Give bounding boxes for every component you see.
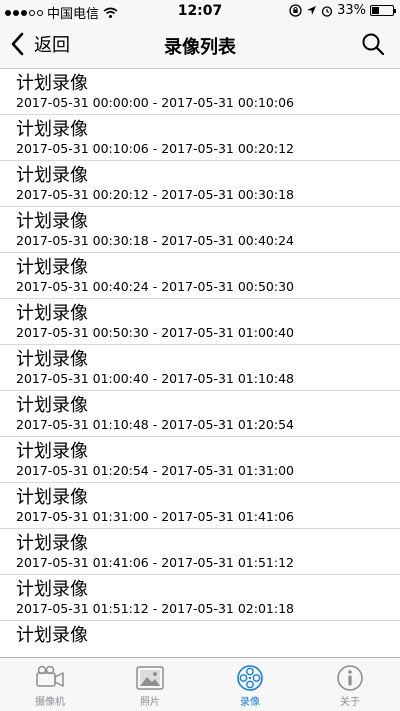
navigation-bar: 返回 录像列表 (0, 22, 400, 69)
info-icon (337, 665, 363, 691)
tab-label: 关于 (340, 697, 360, 708)
recording-time-range: 2017-05-31 01:31:00 - 2017-05-31 01:41:0… (16, 509, 294, 524)
recording-time-range: 2017-05-31 01:20:54 - 2017-05-31 01:31:0… (16, 463, 294, 478)
recording-title: 计划录像 (16, 349, 88, 370)
tab-about[interactable]: 关于 (300, 658, 400, 711)
recording-row[interactable]: 计划录像 (0, 621, 400, 657)
app-screen: 中国电信 12:07 33% 返回 录像列表 计划录像 2017-05-31 0… (0, 0, 400, 711)
battery-percent: 33% (337, 3, 366, 18)
recording-row[interactable]: 计划录像 2017-05-31 01:00:40 - 2017-05-31 01:… (0, 345, 400, 391)
film-reel-icon (237, 665, 263, 691)
recording-title: 计划录像 (16, 165, 88, 186)
chevron-left-icon (11, 32, 24, 56)
recording-time-range: 2017-05-31 01:51:12 - 2017-05-31 02:01:1… (16, 601, 294, 616)
recording-title: 计划录像 (16, 257, 88, 278)
recording-row[interactable]: 计划录像 2017-05-31 01:41:06 - 2017-05-31 01:… (0, 529, 400, 575)
tab-recordings[interactable]: 录像 (200, 658, 300, 711)
camera-icon (36, 665, 64, 687)
photos-icon (136, 666, 164, 690)
recording-title: 计划录像 (16, 441, 88, 462)
recording-time-range: 2017-05-31 00:40:24 - 2017-05-31 00:50:3… (16, 279, 294, 294)
recording-title: 计划录像 (16, 625, 88, 646)
recording-title: 计划录像 (16, 211, 88, 232)
tab-camera[interactable]: 摄像机 (0, 658, 100, 711)
recording-row[interactable]: 计划录像 2017-05-31 01:20:54 - 2017-05-31 01:… (0, 437, 400, 483)
status-bar: 中国电信 12:07 33% (0, 0, 400, 22)
recording-row[interactable]: 计划录像 2017-05-31 01:10:48 - 2017-05-31 01:… (0, 391, 400, 437)
recording-time-range: 2017-05-31 00:50:30 - 2017-05-31 01:00:4… (16, 325, 294, 340)
recording-title: 计划录像 (16, 395, 88, 416)
recording-row[interactable]: 计划录像 2017-05-31 01:31:00 - 2017-05-31 01:… (0, 483, 400, 529)
back-label: 返回 (34, 35, 70, 56)
recording-row[interactable]: 计划录像 2017-05-31 00:00:00 - 2017-05-31 00:… (0, 69, 400, 115)
tab-bar: 摄像机 照片 录像 关于 (0, 657, 400, 711)
recording-title: 计划录像 (16, 487, 88, 508)
back-button[interactable]: 返回 (6, 31, 70, 57)
recording-time-range: 2017-05-31 00:00:00 - 2017-05-31 00:10:0… (16, 95, 294, 110)
recording-time-range: 2017-05-31 00:20:12 - 2017-05-31 00:30:1… (16, 187, 294, 202)
recording-title: 计划录像 (16, 303, 88, 324)
recording-row[interactable]: 计划录像 2017-05-31 00:20:12 - 2017-05-31 00:… (0, 161, 400, 207)
recording-time-range: 2017-05-31 01:10:48 - 2017-05-31 01:20:5… (16, 417, 294, 432)
status-right: 33% (289, 3, 396, 18)
tab-label: 照片 (140, 697, 160, 708)
location-arrow-icon (307, 6, 317, 15)
rotation-lock-icon (289, 4, 302, 17)
recording-row[interactable]: 计划录像 2017-05-31 00:10:06 - 2017-05-31 00:… (0, 115, 400, 161)
recording-time-range: 2017-05-31 01:41:06 - 2017-05-31 01:51:1… (16, 555, 294, 570)
recording-list[interactable]: 计划录像 2017-05-31 00:00:00 - 2017-05-31 00:… (0, 69, 400, 657)
recording-row[interactable]: 计划录像 2017-05-31 00:50:30 - 2017-05-31 01:… (0, 299, 400, 345)
recording-time-range: 2017-05-31 00:10:06 - 2017-05-31 00:20:1… (16, 141, 294, 156)
search-icon[interactable] (360, 31, 386, 57)
tab-photos[interactable]: 照片 (100, 658, 200, 711)
battery-icon (370, 5, 396, 16)
recording-title: 计划录像 (16, 579, 88, 600)
recording-time-range: 2017-05-31 00:30:18 - 2017-05-31 00:40:2… (16, 233, 294, 248)
recording-row[interactable]: 计划录像 2017-05-31 00:40:24 - 2017-05-31 00:… (0, 253, 400, 299)
recording-title: 计划录像 (16, 533, 88, 554)
recording-title: 计划录像 (16, 73, 88, 94)
recording-time-range: 2017-05-31 01:00:40 - 2017-05-31 01:10:4… (16, 371, 294, 386)
alarm-clock-icon (321, 5, 333, 17)
recording-row[interactable]: 计划录像 2017-05-31 00:30:18 - 2017-05-31 00:… (0, 207, 400, 253)
tab-label: 摄像机 (35, 697, 65, 708)
tab-label: 录像 (240, 697, 260, 708)
recording-title: 计划录像 (16, 119, 88, 140)
recording-row[interactable]: 计划录像 2017-05-31 01:51:12 - 2017-05-31 02:… (0, 575, 400, 621)
